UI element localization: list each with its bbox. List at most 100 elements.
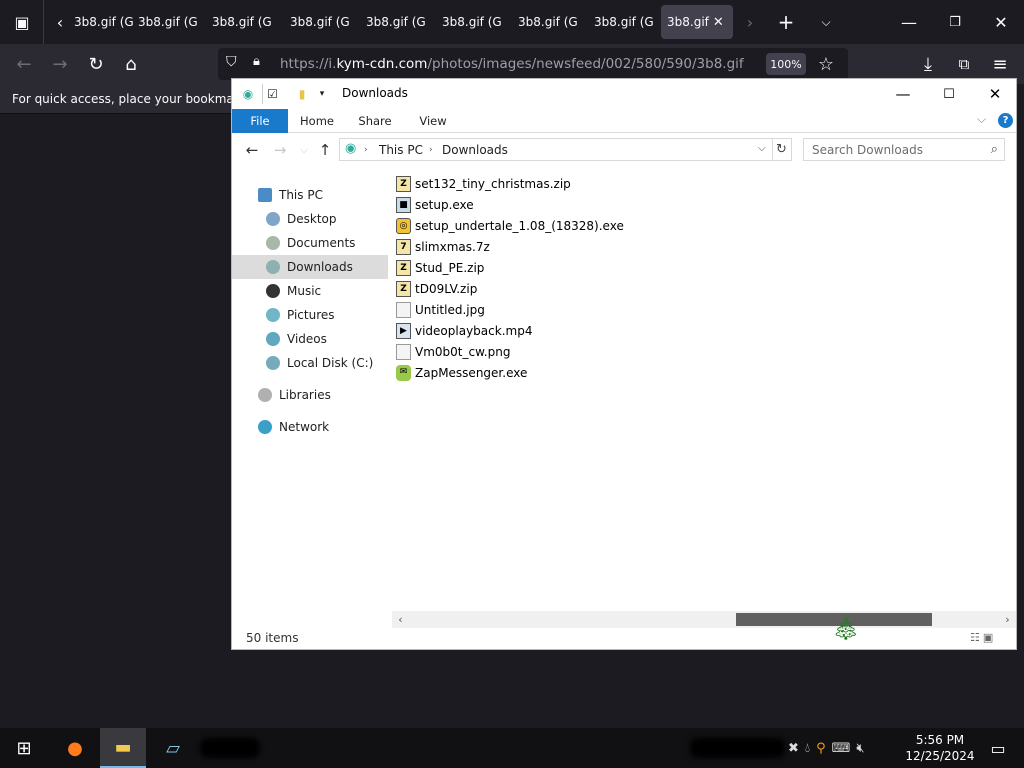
file-item[interactable]: Z Stud_PE.zip <box>396 257 484 278</box>
breadcrumb-this-pc[interactable]: This PC <box>379 143 423 157</box>
firefox-icon[interactable]: ● <box>52 728 98 768</box>
security-icon[interactable]: ✖ <box>788 741 799 756</box>
search-icon[interactable]: ⌕ <box>991 142 998 157</box>
nav-item-network[interactable]: Network <box>232 415 388 439</box>
ribbon-tab-view[interactable]: View <box>410 109 456 133</box>
close-window-icon[interactable]: ✕ <box>972 79 1018 109</box>
chevron-right-icon[interactable]: › <box>364 145 368 155</box>
maximize-icon[interactable]: ☐ <box>926 79 972 109</box>
nav-item-libraries[interactable]: Libraries <box>232 383 388 407</box>
reload-icon[interactable]: ↻ <box>80 44 112 84</box>
view-toggle-icons[interactable]: ☷▣ <box>970 631 996 644</box>
nav-item-pictures[interactable]: Pictures <box>232 303 388 327</box>
minimize-icon[interactable]: — <box>886 0 932 44</box>
lock-icon[interactable]: 🔒︎ <box>253 54 260 69</box>
tab-label: 3b8.gif <box>667 15 709 29</box>
search-input[interactable]: Search Downloads ⌕ <box>803 138 1005 161</box>
up-icon[interactable]: ↑ <box>315 139 335 161</box>
volume-muted-icon[interactable]: 🔇︎ <box>856 741 864 756</box>
ribbon-tab-home[interactable]: Home <box>294 109 340 133</box>
file-explorer-window: ◉ ☑ ▮ ▾ Downloads — ☐ ✕ File Home Share … <box>231 78 1017 650</box>
file-item[interactable]: ✉ ZapMessenger.exe <box>396 362 527 383</box>
new-folder-icon[interactable]: ▮ <box>292 84 312 104</box>
disk-icon <box>266 356 280 370</box>
pictures-icon <box>266 308 280 322</box>
browser-tab[interactable]: 3b8.gif (G <box>360 5 432 39</box>
zoom-indicator[interactable]: 100% <box>766 53 806 75</box>
browser-tab[interactable]: 3b8.gif (G <box>284 5 356 39</box>
music-icon <box>266 284 280 298</box>
close-tab-icon[interactable]: ✕ <box>713 15 724 30</box>
file-item[interactable]: 7 slimxmas.7z <box>396 236 490 257</box>
recent-locations-icon[interactable]: ⌵ <box>294 139 314 161</box>
search-tool-icon[interactable]: ⚲ <box>816 741 826 756</box>
nav-item-videos[interactable]: Videos <box>232 327 388 351</box>
breadcrumb-downloads[interactable]: Downloads <box>442 143 508 157</box>
file-item[interactable]: ◎ setup_undertale_1.08_(18328).exe <box>396 215 624 236</box>
browser-tab[interactable]: 3b8.gif (G <box>206 5 278 39</box>
file-item[interactable]: Untitled.jpg <box>396 299 485 320</box>
file-explorer-icon[interactable]: ▬ <box>100 728 146 768</box>
new-tab-icon[interactable]: + <box>770 0 802 44</box>
nav-item-desktop[interactable]: Desktop <box>232 207 388 231</box>
browser-tab[interactable]: 3b8.gif (G <box>68 5 140 39</box>
restore-icon[interactable]: ❐ <box>932 0 978 44</box>
address-dropdown-icon[interactable]: ⌵ <box>758 143 766 154</box>
zip-icon: Z <box>396 280 411 297</box>
browser-tab[interactable]: 3b8.gif (G <box>588 5 660 39</box>
scroll-left-icon[interactable]: ‹ <box>392 611 409 628</box>
back-icon[interactable]: ← <box>8 44 40 84</box>
system-clock[interactable]: 5:56 PM 12/25/2024 <box>905 732 975 764</box>
horizontal-scrollbar[interactable]: ‹ › <box>392 611 1016 628</box>
scroll-tabs-right-icon[interactable]: › <box>738 0 762 44</box>
properties-icon[interactable]: ☑ <box>262 84 282 104</box>
forward-icon[interactable]: → <box>44 44 76 84</box>
zip-icon: Z <box>396 259 411 276</box>
nav-label: Local Disk (C:) <box>287 356 374 370</box>
notifications-icon[interactable]: ▭ <box>978 728 1018 768</box>
browser-tab[interactable]: 3b8.gif (G <box>512 5 584 39</box>
notepad-icon[interactable]: ▱ <box>150 728 196 768</box>
installer-icon: ◎ <box>396 217 411 234</box>
list-tabs-icon[interactable]: ⌵ <box>810 0 842 44</box>
droplet-icon[interactable]: 💧︎ <box>805 741 810 756</box>
refresh-icon[interactable]: ↻ <box>772 138 792 161</box>
minimize-icon[interactable]: — <box>880 79 926 109</box>
tab-label: 3b8.gif (G <box>366 15 426 29</box>
file-name: Stud_PE.zip <box>415 260 485 275</box>
back-icon[interactable]: ← <box>242 139 262 161</box>
file-name: ZapMessenger.exe <box>415 365 528 380</box>
address-bar[interactable]: ◉ › This PC › Downloads ⌵ <box>339 138 773 161</box>
customize-quick-access-icon[interactable]: ▾ <box>312 84 332 104</box>
forward-icon[interactable]: → <box>270 139 290 161</box>
image-icon <box>396 343 411 360</box>
close-window-icon[interactable]: ✕ <box>978 0 1024 44</box>
file-item[interactable]: ▶ videoplayback.mp4 <box>396 320 532 341</box>
nav-item-local-disk[interactable]: Local Disk (C:) <box>232 351 388 375</box>
browser-tab-active[interactable]: 3b8.gif ✕ <box>661 5 733 39</box>
shield-icon[interactable]: ⛉ <box>226 54 237 70</box>
nav-item-downloads[interactable]: Downloads <box>232 255 388 279</box>
start-windows-icon[interactable]: ⊞ <box>0 728 48 768</box>
home-icon[interactable]: ⌂ <box>115 44 147 84</box>
expand-ribbon-icon[interactable]: ⌵ <box>977 112 986 127</box>
desktop-icon <box>266 212 280 226</box>
firefox-view-icon[interactable]: ▣ <box>4 0 40 44</box>
scroll-right-icon[interactable]: › <box>999 611 1016 628</box>
help-icon[interactable]: ? <box>998 113 1013 128</box>
ribbon-tab-file[interactable]: File <box>232 109 288 133</box>
tab-divider <box>43 0 44 44</box>
ribbon-tab-share[interactable]: Share <box>352 109 398 133</box>
nav-item-documents[interactable]: Documents <box>232 231 388 255</box>
file-item[interactable]: Vm0b0t_cw.png <box>396 341 510 362</box>
file-item[interactable]: ■ setup.exe <box>396 194 474 215</box>
browser-tab[interactable]: 3b8.gif (G <box>436 5 508 39</box>
network-status-icon[interactable]: ⌨ <box>832 741 851 756</box>
nav-item-this-pc[interactable]: This PC <box>232 183 388 207</box>
browser-tab[interactable]: 3b8.gif (G <box>132 5 204 39</box>
file-item[interactable]: ZtD09LV.zip <box>396 278 477 299</box>
url-bar[interactable]: ⛉ 🔒︎ https://i.kym-cdn.com/photos/images… <box>218 48 848 80</box>
chevron-right-icon[interactable]: › <box>429 145 433 155</box>
nav-item-music[interactable]: Music <box>232 279 388 303</box>
file-item[interactable]: Zset132_tiny_christmas.zip <box>396 173 571 194</box>
